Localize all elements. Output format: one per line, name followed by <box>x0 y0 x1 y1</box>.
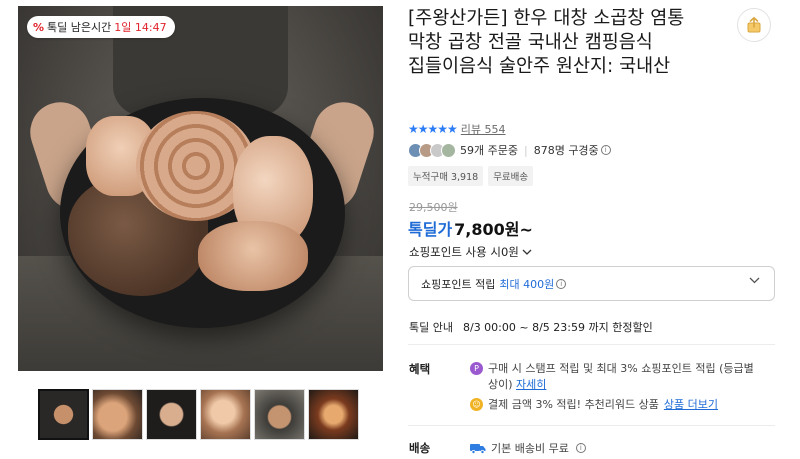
tripe-piece <box>198 221 308 291</box>
product-title: [주왕산가든] 한우 대창 소곱창 염통 막창 곱창 전골 국내산 캠핑음식 집… <box>408 8 685 77</box>
point-accrual-label: 쇼핑포인트 적립 <box>421 277 496 291</box>
share-icon <box>747 16 761 33</box>
thumbnail-2[interactable] <box>92 389 143 440</box>
tag-free-shipping: 무료배송 <box>488 166 534 186</box>
tag-cumulative: 누적구매 3,918 <box>408 166 484 186</box>
rating-row: ★★★★★ 리뷰 554 <box>408 121 506 137</box>
special-deal-row: 톡딜 안내 8/3 00:00 ~ 8/5 23:59 까지 한정할인 <box>409 319 653 335</box>
benefit-stamp-text-wrap: 구매 시 스탬프 적립 및 최대 3% 쇼핑포인트 적립 (등급별 상이) 자세… <box>488 361 760 393</box>
shipping-label: 배송 <box>409 441 431 455</box>
sale-price-row: 톡딜가 7,800원~ <box>408 216 533 240</box>
shipping-info: 기본 배송비 무료 i <box>470 440 586 456</box>
thumbnail-3[interactable] <box>146 389 197 440</box>
point-accrual-max: 최대 400원 <box>499 277 555 291</box>
special-deal-label: 톡딜 안내 <box>409 321 453 334</box>
more-products-link[interactable]: 상품 더보기 <box>664 396 718 412</box>
share-button[interactable] <box>737 8 771 42</box>
thumbnail-5[interactable] <box>254 389 305 440</box>
info-icon[interactable]: i <box>575 443 586 453</box>
point-use-label: 쇼핑포인트 사용 시0원 <box>409 245 519 259</box>
review-link[interactable]: 리뷰 554 <box>461 121 506 137</box>
reward-icon: ☺ <box>470 398 483 411</box>
original-price: 29,500원 <box>409 201 458 214</box>
benefit-label: 혜택 <box>409 362 431 376</box>
section-divider <box>408 344 775 345</box>
tag-list: 누적구매 3,918 무료배송 <box>408 166 534 186</box>
percent-icon: % <box>33 20 45 34</box>
thumbnail-1[interactable] <box>38 389 89 440</box>
shipping-value: 기본 배송비 무료 <box>491 442 569 455</box>
sale-price: 7,800원~ <box>454 220 533 239</box>
truck-icon <box>470 443 486 454</box>
benefit-stamp: P 구매 시 스탬프 적립 및 최대 3% 쇼핑포인트 적립 (등급별 상이) … <box>470 361 760 393</box>
point-icon: P <box>470 362 483 375</box>
deal-timer-badge: % 톡딜 남은시간 1일 14:47 <box>27 16 175 38</box>
divider: | <box>523 143 528 157</box>
views-count: 878명 구경중 <box>533 144 599 157</box>
thumbnail-strip <box>38 389 359 440</box>
avatar <box>441 142 456 158</box>
benefit-reward: ☺ 결제 금액 3% 적립! 추천리워드 상품 상품 더보기 <box>470 396 718 412</box>
point-accrual-dropdown[interactable]: 쇼핑포인트 적립 최대 400원 i <box>408 266 775 301</box>
activity-row: 59개 주문중 | 878명 구경중 i <box>408 142 611 158</box>
chevron-down-icon <box>522 249 532 255</box>
info-icon[interactable]: i <box>556 278 567 289</box>
point-use-toggle[interactable]: 쇼핑포인트 사용 시0원 <box>409 244 532 260</box>
buyer-avatars <box>408 142 456 158</box>
benefit-detail-link[interactable]: 자세히 <box>516 378 546 391</box>
thumbnail-6[interactable] <box>308 389 359 440</box>
rating-stars: ★★★★★ <box>408 122 458 136</box>
info-icon[interactable]: i <box>600 145 611 155</box>
thumbnail-4[interactable] <box>200 389 251 440</box>
benefit-reward-text: 결제 금액 3% 적립! 추천리워드 상품 <box>488 398 659 411</box>
section-divider <box>408 425 775 426</box>
sale-label: 톡딜가 <box>408 220 453 239</box>
deal-timer-remaining: 1일 14:47 <box>114 21 167 34</box>
special-deal-period: 8/3 00:00 ~ 8/5 23:59 까지 한정할인 <box>462 321 653 334</box>
orders-count: 59개 주문중 <box>460 144 518 157</box>
chevron-down-icon <box>749 277 760 284</box>
deal-timer-label: 톡딜 남은시간 <box>47 21 112 34</box>
main-product-image[interactable]: % 톡딜 남은시간 1일 14:47 <box>18 6 383 371</box>
